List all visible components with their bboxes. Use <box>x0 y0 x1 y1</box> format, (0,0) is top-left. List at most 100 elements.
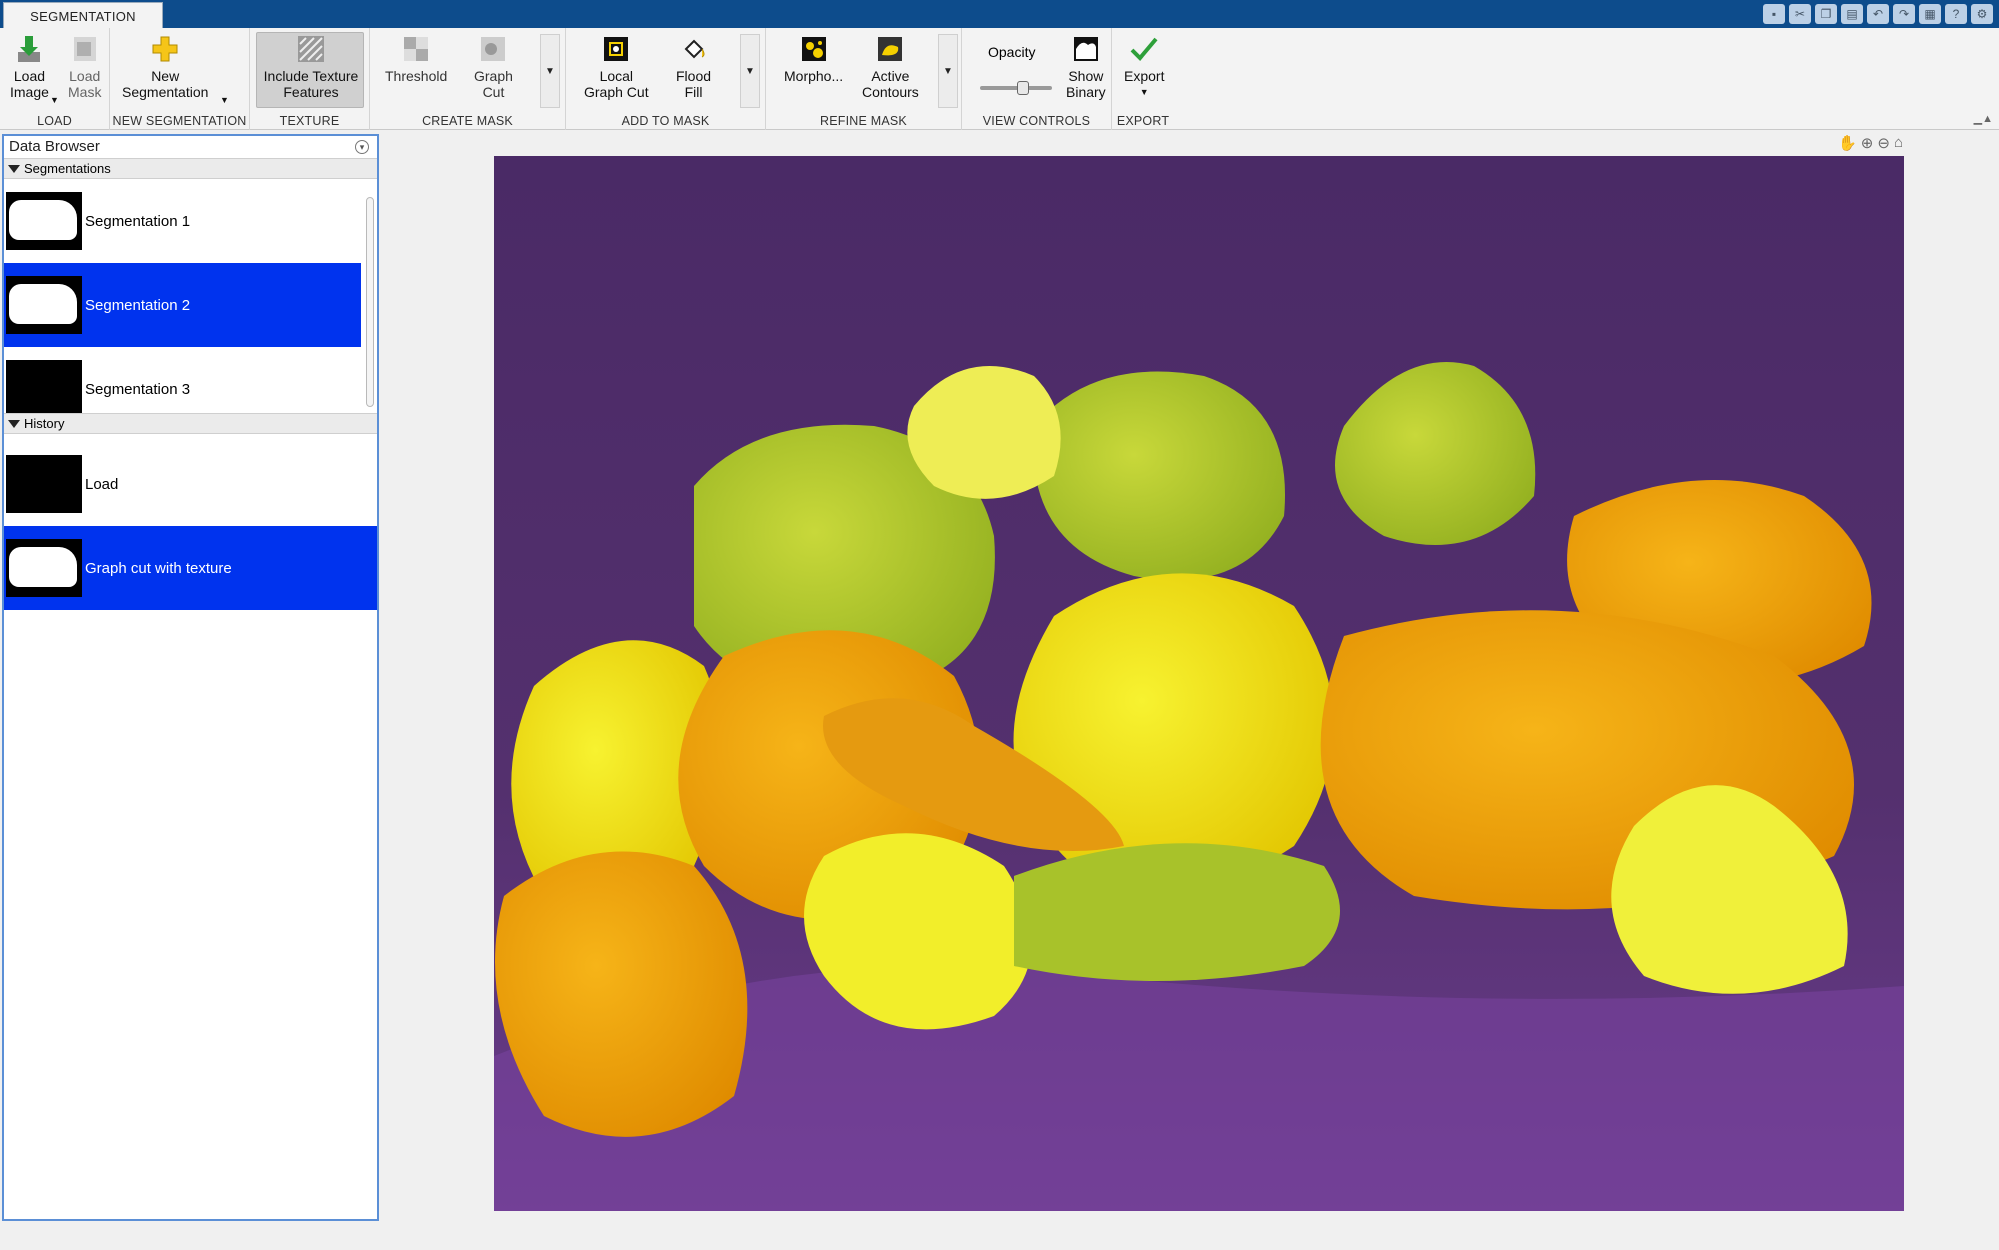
threshold-button[interactable]: Threshold <box>385 34 447 84</box>
copy-icon[interactable]: ❐ <box>1815 4 1837 24</box>
history-header[interactable]: History <box>4 413 377 434</box>
segmentation-image[interactable] <box>494 156 1904 1211</box>
settings-icon[interactable]: ⚙ <box>1971 4 1993 24</box>
group-view-controls: Opacity Show Binary VIEW CONTROLS <box>962 28 1112 130</box>
load-image-label: Load Image <box>10 68 49 100</box>
graph-cut-button[interactable]: Graph Cut <box>474 34 513 100</box>
segmentations-list: Segmentation 1 Segmentation 2 Segmentati… <box>4 179 377 413</box>
history-label: Graph cut with texture <box>85 559 232 577</box>
zoom-out-icon[interactable]: ⊖ <box>1877 134 1890 152</box>
group-create-mask: Threshold Graph Cut ▼ CREATE MASK <box>370 28 566 130</box>
opacity-label: Opacity <box>988 44 1036 60</box>
show-binary-button[interactable]: Show Binary <box>1066 34 1106 100</box>
threshold-label: Threshold <box>385 68 448 84</box>
checkmark-icon <box>1129 34 1159 64</box>
list-item-segmentation-3[interactable]: Segmentation 3 <box>4 347 361 413</box>
segmentation-label: Segmentation 2 <box>85 296 191 314</box>
segmentations-header-label: Segmentations <box>24 161 111 176</box>
export-dropdown-icon: ▼ <box>1139 87 1149 97</box>
history-label: Load <box>85 475 119 493</box>
active-contours-icon <box>875 34 905 64</box>
paint-bucket-icon <box>679 34 709 64</box>
refine-mask-more-button[interactable]: ▼ <box>938 34 958 108</box>
list-item-history-load[interactable]: Load <box>4 442 377 526</box>
create-mask-more-button[interactable]: ▼ <box>540 34 560 108</box>
layout-icon[interactable]: ▦ <box>1919 4 1941 24</box>
redo-icon[interactable]: ↷ <box>1893 4 1915 24</box>
morphology-label: Morpho... <box>784 68 844 84</box>
paste-icon[interactable]: ▤ <box>1841 4 1863 24</box>
data-browser-title: Data Browser ▾ <box>4 136 377 158</box>
collapse-triangle-icon <box>8 419 20 428</box>
panel-menu-icon[interactable]: ▾ <box>355 140 369 154</box>
active-contours-button[interactable]: Active Contours <box>862 34 919 100</box>
mask-thumbnail <box>6 192 82 250</box>
flood-fill-button[interactable]: Flood Fill <box>676 34 711 100</box>
list-item-history-graph-cut[interactable]: Graph cut with texture <box>4 526 377 610</box>
mask-blob <box>9 284 77 324</box>
group-label-texture: TEXTURE <box>279 114 340 128</box>
axes-toolbar: ✋ ⊕ ⊖ ⌂ <box>1838 134 1903 152</box>
list-item-segmentation-1[interactable]: Segmentation 1 <box>4 179 361 263</box>
graph-cut-label: Graph Cut <box>474 68 513 100</box>
group-refine-mask: Morpho... Active Contours ▼ REFINE MASK <box>766 28 962 130</box>
export-button[interactable]: Export ▼ <box>1124 34 1164 100</box>
opacity-slider[interactable] <box>980 81 1052 95</box>
zoom-in-icon[interactable]: ⊕ <box>1861 134 1874 152</box>
group-label-add-to-mask: ADD TO MASK <box>621 114 710 128</box>
tab-segmentation[interactable]: SEGMENTATION <box>3 2 163 29</box>
group-label-create-mask: CREATE MASK <box>422 114 513 128</box>
include-texture-button[interactable]: Include Texture Features <box>258 34 364 100</box>
chevron-down-icon: ▼ <box>943 65 953 77</box>
load-image-dropdown-icon: ▼ <box>50 95 59 105</box>
group-add-to-mask: Local Graph Cut Flood Fill ▼ ADD TO MASK <box>566 28 766 130</box>
texture-icon <box>296 34 326 64</box>
segmentation-label: Segmentation 1 <box>85 212 191 230</box>
home-icon[interactable]: ⌂ <box>1894 134 1903 152</box>
pan-icon[interactable]: ✋ <box>1838 134 1857 152</box>
local-graph-cut-icon <box>601 34 631 64</box>
collapse-ribbon-icon[interactable]: ▁▲ <box>1974 112 1993 125</box>
new-segmentation-button[interactable]: New Segmentation ▼ <box>122 34 229 105</box>
mask-thumbnail <box>6 276 82 334</box>
mask-blob <box>9 547 77 587</box>
morphology-button[interactable]: Morpho... <box>784 34 843 84</box>
threshold-icon <box>401 34 431 64</box>
mask-thumbnail <box>6 455 82 513</box>
opacity-slider-thumb[interactable] <box>1017 81 1030 95</box>
quick-access-toolbar: ▪ ✂ ❐ ▤ ↶ ↷ ▦ ? ⚙ <box>1763 4 1993 24</box>
group-label-new-segmentation: NEW SEGMENTATION <box>112 114 247 128</box>
segmentations-header[interactable]: Segmentations <box>4 158 377 179</box>
include-texture-label: Include Texture Features <box>263 68 359 100</box>
load-mask-button[interactable]: Load Mask <box>68 34 101 100</box>
history-header-label: History <box>24 416 65 431</box>
local-graph-cut-label: Local Graph Cut <box>584 68 649 100</box>
group-label-export: EXPORT <box>1116 114 1170 128</box>
load-mask-label: Load Mask <box>68 68 102 100</box>
segmentations-scrollbar[interactable] <box>366 197 374 407</box>
cut-icon[interactable]: ✂ <box>1789 4 1811 24</box>
image-canvas-area: ✋ ⊕ ⊖ ⌂ <box>380 134 1999 1221</box>
mask-thumbnail <box>6 539 82 597</box>
load-image-icon <box>14 34 44 64</box>
show-binary-icon <box>1071 34 1101 64</box>
group-load: Load Image ▼ Load Mask LOAD <box>0 28 110 130</box>
new-segmentation-label: New Segmentation <box>122 68 209 100</box>
segmentation-label: Segmentation 3 <box>85 380 191 398</box>
collapse-triangle-icon <box>8 164 20 173</box>
group-new-segmentation: New Segmentation ▼ NEW SEGMENTATION <box>110 28 250 130</box>
group-label-refine-mask: REFINE MASK <box>820 114 907 128</box>
add-to-mask-more-button[interactable]: ▼ <box>740 34 760 108</box>
load-image-button[interactable]: Load Image ▼ <box>10 34 59 105</box>
help-icon[interactable]: ? <box>1945 4 1967 24</box>
save-icon[interactable]: ▪ <box>1763 4 1785 24</box>
toolstrip: Load Image ▼ Load Mask LOAD New Segmenta… <box>0 28 1999 130</box>
new-segmentation-dropdown-icon: ▼ <box>220 95 229 105</box>
group-export: Export ▼ EXPORT <box>1112 28 1174 130</box>
list-item-segmentation-2[interactable]: Segmentation 2 <box>4 263 361 347</box>
undo-icon[interactable]: ↶ <box>1867 4 1889 24</box>
title-bar: SEGMENTATION ▪ ✂ ❐ ▤ ↶ ↷ ▦ ? ⚙ <box>0 0 1999 29</box>
export-label: Export <box>1124 68 1165 84</box>
local-graph-cut-button[interactable]: Local Graph Cut <box>584 34 649 100</box>
load-mask-icon <box>70 34 100 64</box>
